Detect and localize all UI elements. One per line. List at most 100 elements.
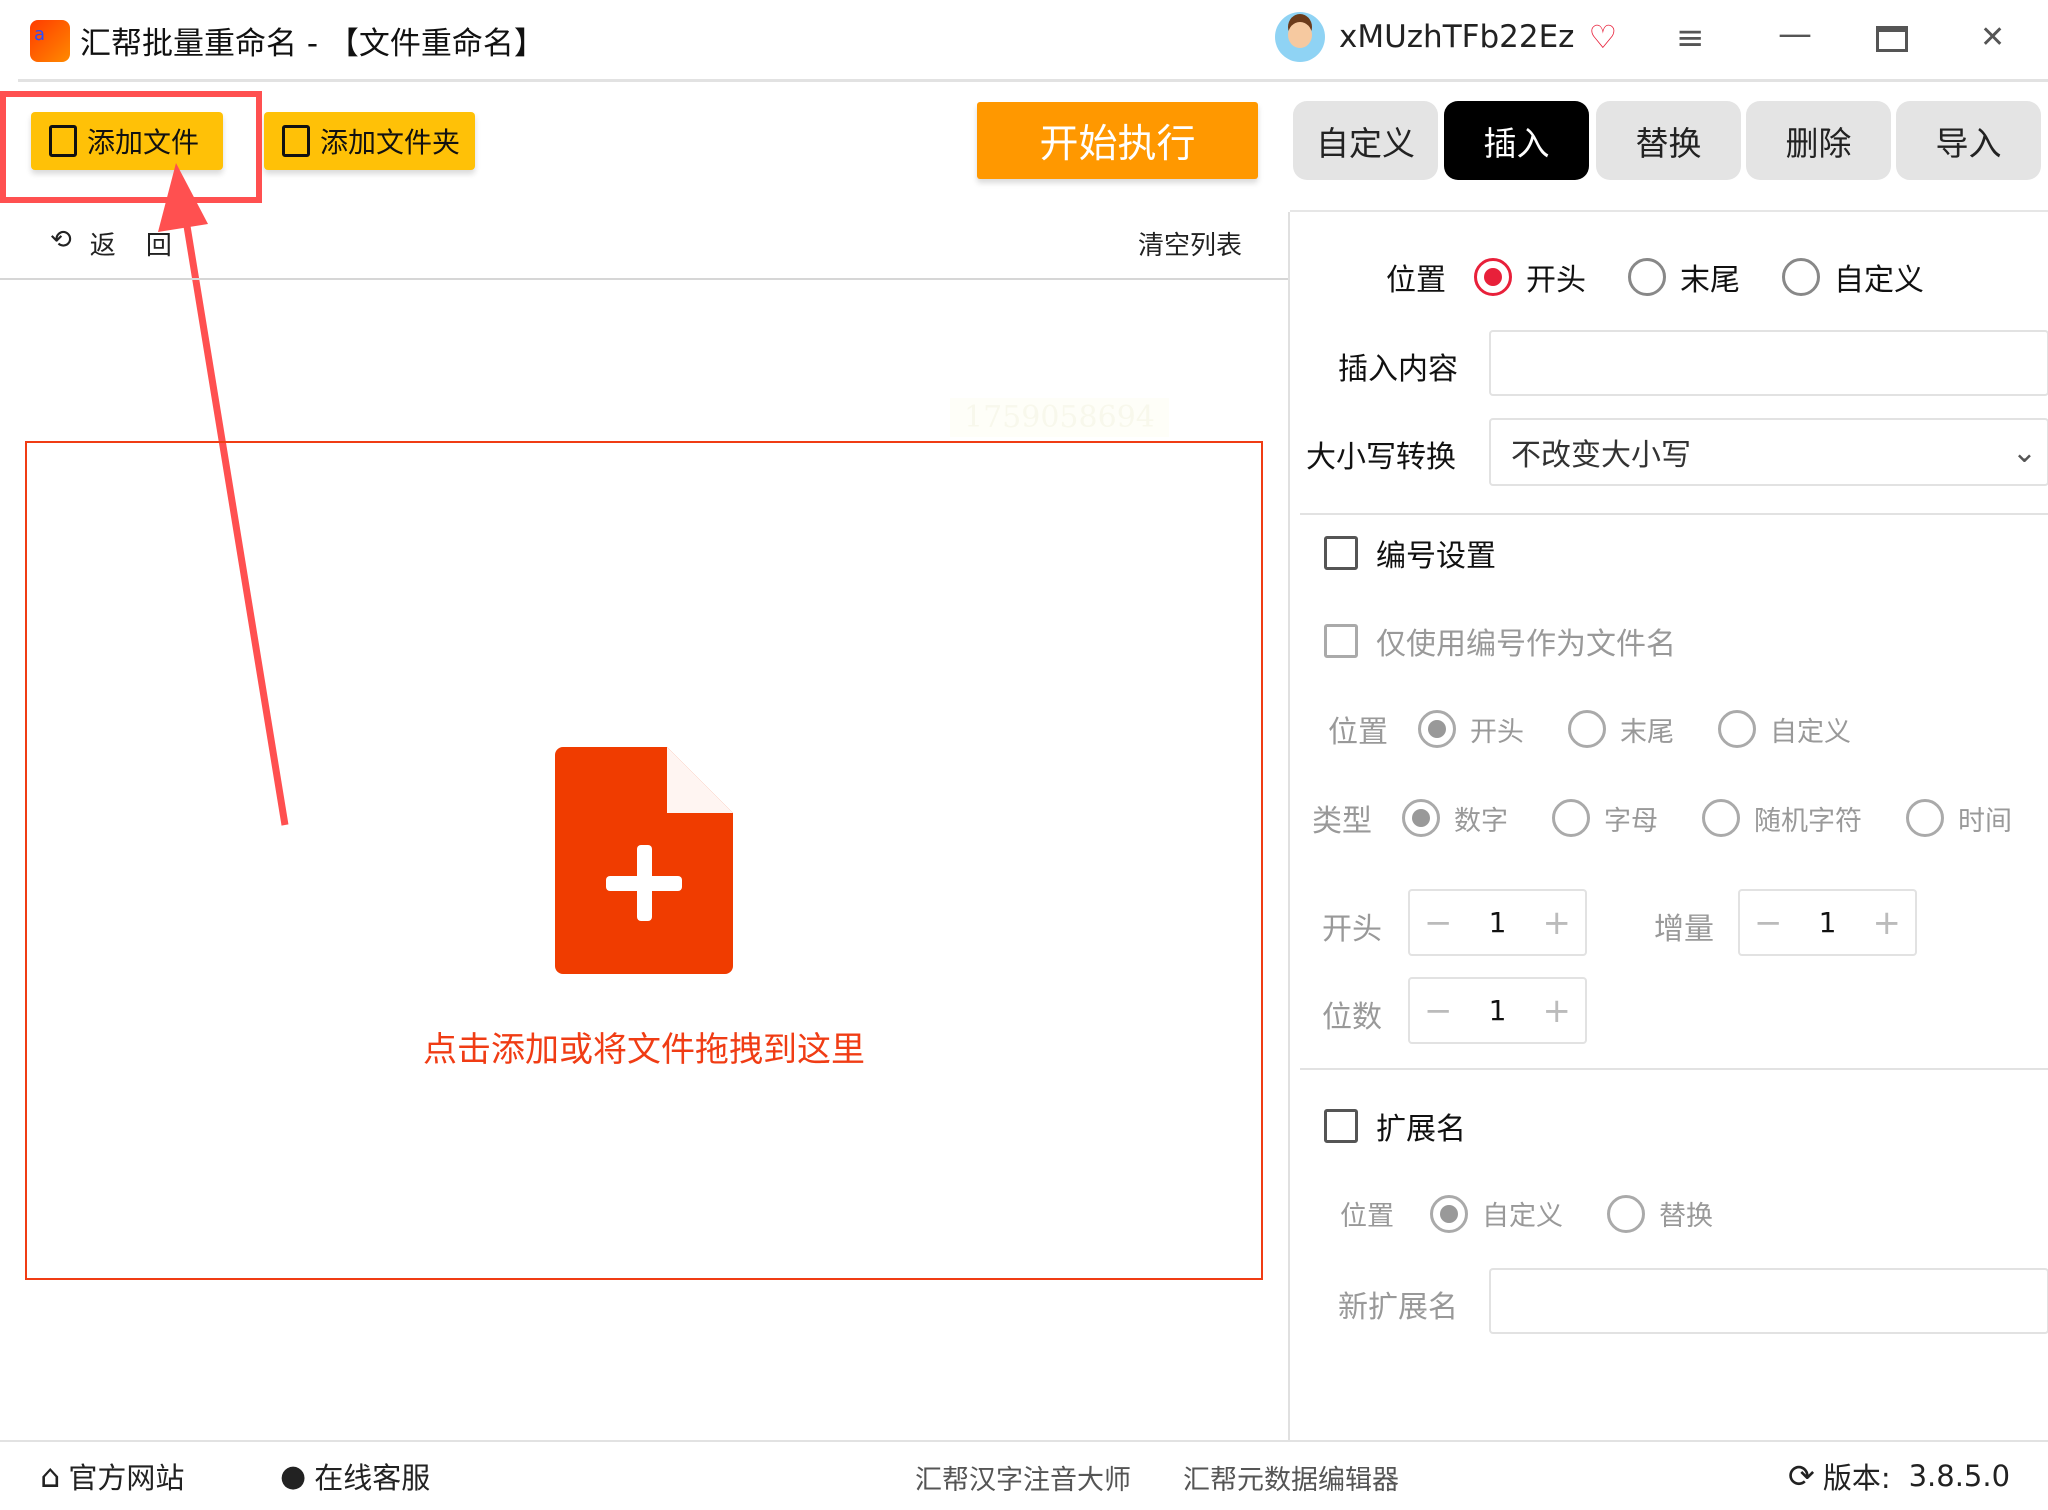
num-radio-end-label: 末尾	[1620, 716, 1674, 748]
type-radio-letter[interactable]	[1552, 799, 1590, 837]
support-icon: ●	[280, 1458, 307, 1494]
radio-custom-label: 自定义	[1834, 263, 1924, 298]
new-ext-label: 新扩展名	[1338, 1290, 1458, 1325]
radio-start-label: 开头	[1526, 263, 1586, 298]
version-value: 3.8.5.0	[1908, 1459, 2011, 1493]
website-link[interactable]: ⌂ 官方网站	[40, 1455, 184, 1497]
ext-replace-label: 替换	[1659, 1201, 1713, 1232]
numbering-position-label: 位置	[1328, 715, 1388, 750]
numbering-label: 编号设置	[1376, 539, 1496, 574]
increment-value[interactable]: 1	[1819, 906, 1837, 939]
type-radio-time[interactable]	[1906, 799, 1944, 837]
plus-icon[interactable]: +	[1542, 991, 1571, 1031]
insert-position-row: 位置 开头 末尾 自定义	[1386, 255, 1924, 299]
minimize-icon[interactable]: —	[1778, 14, 1812, 54]
refresh-icon[interactable]: ⟳	[1788, 1457, 1815, 1495]
menu-icon[interactable]: ≡	[1676, 18, 1705, 58]
type-random-label: 随机字符	[1754, 805, 1862, 837]
start-label: 开头	[1322, 912, 1382, 947]
ext-radio-custom[interactable]	[1430, 1194, 1468, 1233]
ext-radio-replace[interactable]	[1607, 1194, 1645, 1233]
extension-checkbox[interactable]	[1324, 1109, 1358, 1143]
plus-icon[interactable]: +	[1542, 903, 1571, 943]
extension-toggle[interactable]: 扩展名	[1324, 1104, 1466, 1148]
back-button[interactable]: ⟲ 返回	[50, 225, 172, 262]
website-label: 官方网站	[68, 1461, 185, 1495]
close-icon[interactable]: ✕	[1980, 20, 2005, 55]
start-stepper[interactable]: − 1 +	[1408, 889, 1587, 956]
type-time-label: 时间	[1958, 805, 2012, 837]
insert-content-input[interactable]	[1489, 330, 2048, 396]
case-select-value: 不改变大小写	[1511, 438, 1691, 473]
num-radio-custom-label: 自定义	[1770, 716, 1851, 748]
start-button[interactable]: 开始执行	[977, 102, 1258, 179]
tab-delete[interactable]: 删除	[1746, 101, 1891, 180]
case-select[interactable]: 不改变大小写 ⌄	[1489, 418, 2048, 486]
digits-stepper[interactable]: − 1 +	[1408, 977, 1587, 1044]
position-label: 位置	[1386, 263, 1446, 298]
increment-stepper[interactable]: − 1 +	[1738, 889, 1917, 956]
support-link[interactable]: ● 在线客服	[280, 1455, 430, 1497]
tab-import[interactable]: 导入	[1896, 101, 2041, 180]
ext-custom-label: 自定义	[1482, 1201, 1563, 1232]
section-divider	[1300, 1068, 2048, 1070]
type-letter-label: 字母	[1604, 805, 1658, 837]
extension-position-row: 位置 自定义 替换	[1340, 1194, 1713, 1233]
pinyin-app-link[interactable]: 汇帮汉字注音大师	[915, 1458, 1131, 1497]
version-label: 版本:	[1822, 1461, 1891, 1495]
start-value[interactable]: 1	[1489, 906, 1507, 939]
case-label: 大小写转换	[1306, 440, 1456, 475]
tab-custom[interactable]: 自定义	[1293, 101, 1438, 180]
user-info[interactable]: xMUzhTFb22Ez ♡	[1275, 12, 1617, 62]
numbering-type-row: 类型 数字 字母 随机字符 时间	[1312, 796, 2012, 840]
tab-replace[interactable]: 替换	[1596, 101, 1741, 180]
num-radio-end[interactable]	[1568, 710, 1606, 748]
only-number-label: 仅使用编号作为文件名	[1376, 627, 1676, 662]
chevron-down-icon: ⌄	[2011, 434, 2037, 470]
metadata-app-link[interactable]: 汇帮元数据编辑器	[1183, 1458, 1399, 1497]
type-number-label: 数字	[1454, 805, 1508, 837]
only-number-checkbox[interactable]	[1324, 624, 1358, 658]
num-radio-start-label: 开头	[1470, 716, 1524, 748]
home-icon: ⌂	[40, 1457, 61, 1495]
num-radio-custom[interactable]	[1718, 710, 1756, 748]
ext-position-label: 位置	[1340, 1201, 1394, 1232]
minus-icon[interactable]: −	[1424, 991, 1453, 1031]
section-divider	[1300, 513, 2048, 515]
username: xMUzhTFb22Ez	[1339, 19, 1575, 55]
clear-list-button[interactable]: 清空列表	[1138, 225, 1242, 262]
avatar	[1275, 12, 1325, 62]
panel-divider	[1288, 212, 1290, 1440]
type-radio-random[interactable]	[1702, 799, 1740, 837]
radio-custom[interactable]	[1782, 258, 1820, 296]
watermark: 1759058694	[950, 398, 1169, 437]
num-radio-start[interactable]	[1418, 710, 1456, 748]
vip-diamond-icon: ♡	[1588, 18, 1618, 56]
extension-label: 扩展名	[1376, 1112, 1466, 1147]
type-radio-number[interactable]	[1402, 799, 1440, 837]
tab-insert[interactable]: 插入	[1444, 101, 1589, 180]
radio-start[interactable]	[1474, 258, 1512, 296]
numbering-toggle[interactable]: 编号设置	[1324, 531, 1496, 575]
numbering-position-row: 位置 开头 末尾 自定义	[1328, 707, 1851, 751]
only-number-toggle[interactable]: 仅使用编号作为文件名	[1324, 619, 1676, 663]
version-info: ⟳ 版本: 3.8.5.0	[1788, 1455, 2010, 1497]
back-label-2: 回	[145, 231, 172, 261]
minus-icon[interactable]: −	[1754, 903, 1783, 943]
radio-end[interactable]	[1628, 258, 1666, 296]
drop-hint: 点击添加或将文件拖拽到这里	[423, 1030, 865, 1070]
numbering-checkbox[interactable]	[1324, 536, 1358, 570]
footer-divider	[0, 1440, 2048, 1442]
back-label: 返	[89, 231, 116, 261]
file-add-icon[interactable]	[555, 747, 733, 974]
minus-icon[interactable]: −	[1424, 903, 1453, 943]
digits-label: 位数	[1322, 1000, 1382, 1035]
digits-value[interactable]: 1	[1489, 994, 1507, 1027]
support-label: 在线客服	[314, 1461, 431, 1495]
new-ext-input[interactable]	[1489, 1268, 2048, 1334]
increment-label: 增量	[1654, 912, 1714, 947]
list-divider	[0, 278, 1288, 280]
insert-content-label: 插入内容	[1338, 352, 1458, 387]
maximize-icon[interactable]	[1876, 26, 1908, 52]
plus-icon[interactable]: +	[1872, 903, 1901, 943]
